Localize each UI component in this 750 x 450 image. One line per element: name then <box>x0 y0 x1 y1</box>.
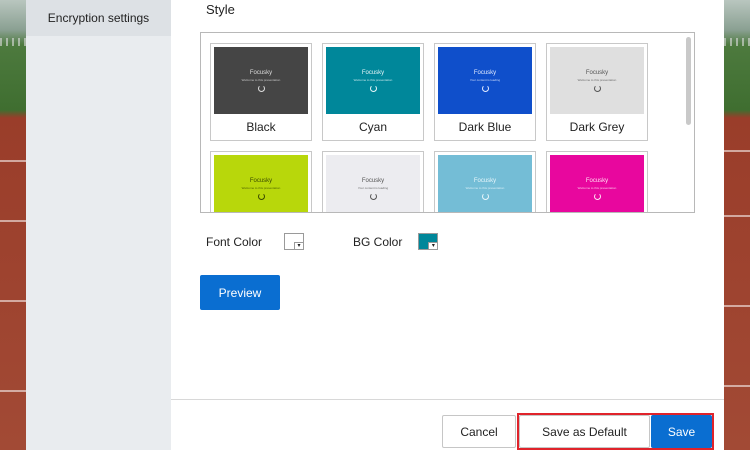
theme-card[interactable]: Focusky Your content is loading <box>322 151 424 212</box>
loading-spinner-icon <box>593 85 601 92</box>
theme-card[interactable]: Focusky Welcome to this presentation Cyan <box>322 43 424 141</box>
bg-color-picker[interactable]: ▾ <box>418 233 439 250</box>
font-color-label: Font Color <box>206 234 263 249</box>
theme-card[interactable]: Focusky Your content is loading Dark Blue <box>434 43 536 141</box>
loading-spinner-icon <box>481 193 489 200</box>
theme-preview: Focusky Welcome to this presentation <box>214 155 308 212</box>
dialog-footer: Cancel Save as Default Save <box>171 399 724 450</box>
theme-preview: Focusky Welcome to this presentation <box>214 47 308 114</box>
theme-name: Dark Grey <box>569 120 625 134</box>
settings-main-panel: Style Focusky Welcome to this presentatio… <box>171 0 724 450</box>
bg-color-row: BG Color ▾ <box>353 233 439 250</box>
save-as-default-button[interactable]: Save as Default <box>519 415 650 448</box>
preview-subtitle: Your content is loading <box>357 186 389 190</box>
loading-spinner-icon <box>481 85 489 92</box>
theme-name: Cyan <box>358 120 387 134</box>
preview-subtitle: Welcome to this presentation <box>577 78 617 82</box>
theme-preview: Focusky Welcome to this presentation <box>326 47 420 114</box>
preview-title: Focusky <box>473 70 497 76</box>
font-color-picker[interactable]: ▾ <box>284 233 305 250</box>
theme-name: Dark Blue <box>458 120 512 134</box>
theme-card[interactable]: Focusky Welcome to this presentation <box>546 151 648 212</box>
sidebar-item-encryption-settings[interactable]: Encryption settings <box>26 0 171 36</box>
gallery-scrollbar-thumb[interactable] <box>686 37 691 125</box>
preview-subtitle: Welcome to this presentation <box>241 78 281 82</box>
preview-title: Focusky <box>473 178 497 184</box>
font-color-row: Font Color ▾ <box>206 233 305 250</box>
loading-spinner-icon <box>257 193 265 200</box>
bg-color-label: BG Color <box>353 234 403 249</box>
loading-spinner-icon <box>369 85 377 92</box>
preview-subtitle: Welcome to this presentation <box>353 78 393 82</box>
sidebar-item-label: Encryption settings <box>47 11 150 25</box>
background-left-strip <box>0 0 26 450</box>
theme-preview: Focusky Your content is loading <box>326 155 420 212</box>
theme-card[interactable]: Focusky Welcome to this presentation <box>210 151 312 212</box>
preview-subtitle: Welcome to this presentation <box>465 186 505 190</box>
background-right-strip <box>724 0 750 450</box>
theme-card[interactable]: Focusky Welcome to this presentation Dark … <box>546 43 648 141</box>
preview-button[interactable]: Preview <box>200 275 280 310</box>
loading-spinner-icon <box>593 193 601 200</box>
chevron-down-icon: ▾ <box>294 242 304 249</box>
theme-gallery[interactable]: Focusky Welcome to this presentation Black… <box>200 32 695 213</box>
theme-preview: Focusky Welcome to this presentation <box>550 47 644 114</box>
chevron-down-icon: ▾ <box>428 242 438 249</box>
loading-spinner-icon <box>257 85 265 92</box>
theme-card[interactable]: Focusky Welcome to this presentation <box>434 151 536 212</box>
preview-title: Focusky <box>585 70 609 76</box>
preview-subtitle: Welcome to this presentation <box>241 186 281 190</box>
preview-title: Focusky <box>361 178 385 184</box>
settings-sidebar: Encryption settings <box>26 0 171 450</box>
theme-preview: Focusky Welcome to this presentation <box>438 155 532 212</box>
theme-card[interactable]: Focusky Welcome to this presentation Black <box>210 43 312 141</box>
theme-preview: Focusky Your content is loading <box>438 47 532 114</box>
preview-title: Focusky <box>249 178 273 184</box>
style-section-label: Style <box>206 2 235 17</box>
theme-preview: Focusky Welcome to this presentation <box>550 155 644 212</box>
loading-spinner-icon <box>369 193 377 200</box>
save-button[interactable]: Save <box>651 415 712 448</box>
preview-title: Focusky <box>249 70 273 76</box>
preview-subtitle: Welcome to this presentation <box>577 186 617 190</box>
theme-name: Black <box>246 120 276 134</box>
cancel-button[interactable]: Cancel <box>442 415 516 448</box>
preview-title: Focusky <box>361 70 385 76</box>
preview-title: Focusky <box>585 178 609 184</box>
preview-subtitle: Your content is loading <box>469 78 501 82</box>
